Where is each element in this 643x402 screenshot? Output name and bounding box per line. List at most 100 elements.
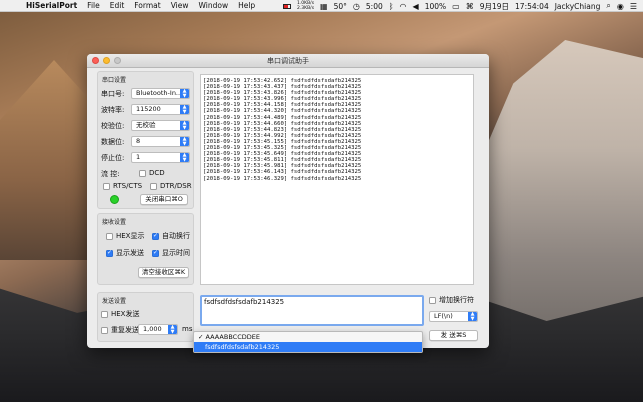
interval-stepper[interactable]: 1,000 ▲ ▼ [138, 324, 178, 335]
hex-display-check-box[interactable] [106, 232, 113, 240]
cpu-icon[interactable]: ▦ [320, 2, 328, 11]
stopbits-select[interactable]: 1 ▲ ▼ [131, 152, 190, 163]
serial-settings-panel: 串口设置 串口号: Bluetooth-In... ▲ ▼ 波特率: 115200… [97, 71, 194, 209]
send-input-text: fsdfsdfdsfsdafb214325 [204, 298, 285, 306]
databits-label: 数据位: [101, 138, 125, 146]
notification-center-icon[interactable]: ☰ [630, 2, 637, 11]
chevron-updown-icon: ▲ ▼ [180, 89, 189, 98]
wifi-icon[interactable]: ◠ [400, 2, 407, 11]
hex-send-checkbox[interactable]: HEX发送 [101, 309, 139, 319]
show-time-check-box[interactable] [152, 249, 159, 257]
serial-settings-title: 串口设置 [102, 77, 127, 84]
menu-window[interactable]: Window [199, 1, 229, 10]
show-send-check-box[interactable] [106, 249, 113, 257]
flow-label: 流 控: [101, 170, 120, 178]
send-history-dropdown[interactable]: ✓ AAAABBCCDDEE fsdfsdfdsfsdafb214325 [193, 331, 423, 353]
receive-settings-panel: 接收设置 HEX显示 自动换行 显示发送 显示时间 清空接收区⌘K [97, 213, 194, 285]
auto-newline-check-box[interactable] [152, 232, 159, 240]
input-method-icon[interactable]: ⌘ [466, 2, 474, 11]
add-newline-checkbox[interactable]: 增加换行符 [429, 295, 474, 305]
serial-port-window: 串口调试助手 串口设置 串口号: Bluetooth-In... ▲ ▼ 波特率:… [87, 54, 489, 353]
parity-value: 无校验 [136, 121, 156, 129]
menu-bar: HiSerialPort File Edit Format View Windo… [0, 0, 643, 12]
add-newline-check-box[interactable] [429, 296, 436, 304]
user-name[interactable]: JackyChiang [555, 2, 601, 11]
rtscts-label: RTS/CTS [113, 182, 143, 190]
history-option-2[interactable]: fsdfsdfdsfsdafb214325 [194, 342, 422, 352]
minimize-window-button[interactable] [103, 57, 110, 64]
zoom-window-button[interactable] [114, 57, 121, 64]
stopbits-label: 停止位: [101, 154, 125, 162]
dtrdsr-checkbox[interactable]: DTR/DSR [150, 182, 192, 190]
desktop-wallpaper-left [0, 60, 90, 260]
show-time-checkbox[interactable]: 显示时间 [152, 248, 190, 258]
clock[interactable]: 17:54:04 [515, 2, 549, 11]
net-down: 2.3KB/s [296, 6, 315, 11]
window-title: 串口调试助手 [267, 57, 309, 65]
rtscts-check-box[interactable] [103, 182, 110, 190]
battery-status-icon[interactable] [282, 3, 291, 9]
close-port-button[interactable]: 关闭串口⌘O [140, 194, 188, 205]
menu-view[interactable]: View [171, 1, 189, 10]
receive-log-line: [2018-09-19 17:53:46.329] fsdfsdfdsfsdaf… [203, 175, 362, 182]
title-bar[interactable]: 串口调试助手 [87, 54, 489, 68]
auto-newline-checkbox[interactable]: 自动换行 [152, 231, 190, 241]
stepper-icon[interactable]: ▲ ▼ [168, 325, 177, 334]
add-newline-label: 增加换行符 [439, 296, 474, 304]
app-menu[interactable]: HiSerialPort [26, 1, 77, 10]
hex-send-check-box[interactable] [101, 310, 108, 318]
chevron-updown-icon: ▲ ▼ [180, 153, 189, 162]
chevron-updown-icon: ▲ ▼ [180, 121, 189, 130]
repeat-send-checkbox[interactable]: 重复发送 [101, 325, 139, 335]
close-window-button[interactable] [92, 57, 99, 64]
parity-label: 校验位: [101, 122, 125, 130]
chevron-updown-icon: ▲ ▼ [468, 312, 477, 321]
rtscts-checkbox[interactable]: RTS/CTS [103, 182, 142, 190]
dtrdsr-check-box[interactable] [150, 182, 157, 190]
send-button[interactable]: 发 送⌘S [429, 330, 478, 341]
databits-value: 8 [136, 137, 141, 145]
temperature[interactable]: 50° [334, 2, 347, 11]
battery-icon[interactable]: ▭ [452, 2, 460, 11]
send-settings-title: 发送设置 [102, 298, 127, 305]
menu-edit[interactable]: Edit [110, 1, 125, 10]
port-value: Bluetooth-In... [136, 89, 183, 97]
hex-send-label: HEX发送 [111, 310, 140, 318]
port-label: 串口号: [101, 90, 125, 98]
siri-icon[interactable]: ◉ [617, 2, 624, 11]
repeat-send-check-box[interactable] [101, 326, 108, 334]
show-send-checkbox[interactable]: 显示发送 [106, 248, 144, 258]
hex-display-label: HEX显示 [116, 232, 145, 240]
date[interactable]: 9月19日 [480, 1, 509, 12]
dcd-check-box[interactable] [139, 169, 146, 177]
hex-display-checkbox[interactable]: HEX显示 [106, 231, 144, 241]
dtrdsr-label: DTR/DSR [160, 182, 192, 190]
chevron-updown-icon: ▲ ▼ [180, 137, 189, 146]
port-select[interactable]: Bluetooth-In... ▲ ▼ [131, 88, 190, 99]
volume-icon[interactable]: ◀ [413, 2, 419, 11]
repeat-send-label: 重复发送 [111, 326, 139, 334]
show-time-label: 显示时间 [162, 249, 190, 257]
parity-select[interactable]: 无校验 ▲ ▼ [131, 120, 190, 131]
receive-text-area[interactable]: [2018-09-19 17:53:42.652] fsdfsdfdsfsdaf… [200, 74, 474, 285]
bluetooth-icon[interactable]: ᛒ [389, 2, 394, 11]
baud-select[interactable]: 115200 ▲ ▼ [131, 104, 190, 115]
interval-unit: ms [182, 325, 193, 333]
clear-receive-button[interactable]: 清空接收区⌘K [138, 267, 189, 278]
databits-select[interactable]: 8 ▲ ▼ [131, 136, 190, 147]
interval-value: 1,000 [143, 325, 162, 333]
menu-help[interactable]: Help [238, 1, 255, 10]
dcd-checkbox[interactable]: DCD [139, 169, 165, 177]
menu-file[interactable]: File [87, 1, 100, 10]
battery-percent[interactable]: 100% [425, 2, 446, 11]
send-input[interactable]: fsdfsdfdsfsdafb214325 [200, 295, 424, 326]
checkmark-icon: ✓ [198, 333, 204, 341]
newline-type-select[interactable]: LF(\n) ▲ ▼ [429, 311, 478, 322]
timer[interactable]: 5:00 [366, 2, 383, 11]
network-speed[interactable]: 1.0KB/s 2.3KB/s [297, 1, 314, 11]
show-send-label: 显示发送 [116, 249, 144, 257]
spotlight-icon[interactable]: ⌕ [606, 1, 610, 11]
history-option-1[interactable]: ✓ AAAABBCCDDEE [194, 332, 422, 342]
clock-icon[interactable]: ◷ [353, 2, 360, 11]
menu-format[interactable]: Format [134, 1, 160, 10]
